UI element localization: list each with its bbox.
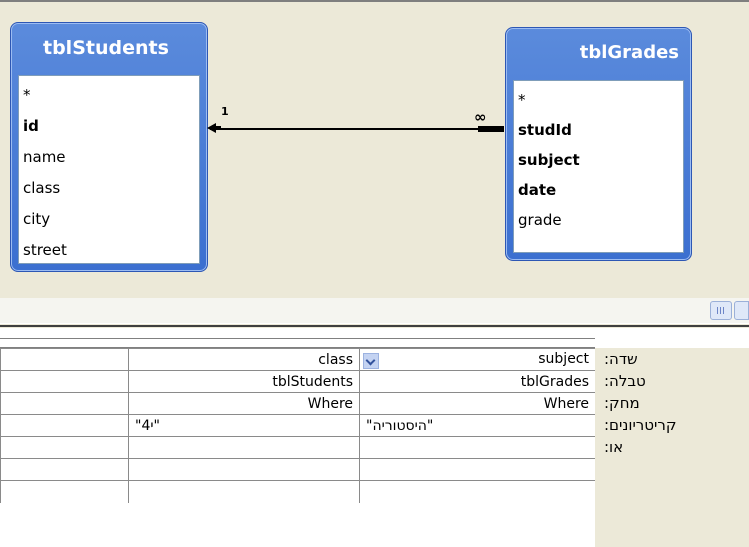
row-label-field: שדה: (595, 348, 749, 370)
row-label-text: טבלה: (604, 372, 646, 390)
field-item[interactable]: name (23, 142, 195, 173)
grid-cell-or[interactable] (128, 436, 360, 459)
grid-cell-empty[interactable] (0, 436, 129, 459)
grid-row-total: Where Where (0, 392, 596, 415)
scroll-right-button[interactable] (734, 301, 749, 320)
grid-cell-total[interactable]: Where (128, 392, 360, 415)
table-title-tblGrades[interactable]: tblGrades (506, 28, 691, 78)
grid-cell-empty[interactable] (128, 458, 360, 481)
relationship-one-label: 1 (221, 105, 229, 118)
table-window-tblStudents[interactable]: tblStudents * id name class city street (10, 22, 208, 272)
pane-splitter[interactable] (0, 323, 749, 327)
table-title-tblStudents[interactable]: tblStudents (11, 23, 207, 73)
grid-row-criteria: "4י" "היסטוריה" (0, 414, 596, 437)
field-item-key[interactable]: studId (518, 115, 679, 145)
relationship-line[interactable] (210, 128, 503, 130)
grid-row-or (0, 436, 596, 459)
grid-cell-empty[interactable] (0, 414, 129, 437)
query-design-grid[interactable]: class subject tblStudents tblGrades Wher… (0, 328, 749, 547)
grid-cell-table[interactable]: tblGrades (359, 370, 596, 393)
row-label-text: מחק: (604, 394, 640, 412)
relationship-many-label: ∞ (474, 108, 486, 126)
row-label-text: או: (604, 438, 624, 456)
grid-cell-empty[interactable] (0, 458, 129, 481)
diagram-pane-footer (0, 298, 749, 324)
field-item[interactable]: city (23, 204, 195, 235)
field-item[interactable]: class (23, 173, 195, 204)
row-label-text: קריטריונים: (604, 416, 677, 434)
row-label-or: או: (595, 436, 749, 458)
field-item[interactable]: * (23, 80, 195, 111)
grid-cell-empty[interactable] (359, 458, 596, 481)
grid-cell-empty[interactable] (359, 480, 596, 503)
field-item[interactable]: * (518, 85, 679, 115)
grid-row-field: class subject (0, 348, 596, 371)
grid-cell-total[interactable]: Where (359, 392, 596, 415)
grid-cell-field-active[interactable]: subject (359, 348, 596, 371)
grid-row-extra (0, 480, 596, 503)
field-item-key[interactable]: subject (518, 145, 679, 175)
column-selector-bar[interactable] (0, 338, 595, 348)
grid-cell-empty[interactable] (0, 370, 129, 393)
row-label-text: שדה: (604, 350, 638, 368)
grid-row-table: tblStudents tblGrades (0, 370, 596, 393)
grid-cell-table[interactable]: tblStudents (128, 370, 360, 393)
row-label-total: מחק: (595, 392, 749, 414)
grid-cell-field[interactable]: class (128, 348, 360, 371)
grid-row-extra (0, 458, 596, 481)
grid-cell-criteria[interactable]: "היסטוריה" (359, 414, 596, 437)
field-item[interactable]: street (23, 235, 195, 266)
grid-row-labels: שדה: טבלה: מחק: קריטריונים: או: (595, 348, 749, 547)
field-list-tblGrades[interactable]: * studId subject date grade (513, 80, 684, 253)
row-label-table: טבלה: (595, 370, 749, 392)
field-item[interactable]: grade (518, 205, 679, 235)
field-item-key[interactable]: id (23, 111, 195, 142)
relationship-arrow-icon (207, 123, 221, 133)
grid-cell-empty[interactable] (128, 480, 360, 503)
design-grid-table[interactable]: class subject tblStudents tblGrades Wher… (0, 348, 596, 503)
grid-cell-or[interactable] (359, 436, 596, 459)
grid-cell-empty[interactable] (0, 392, 129, 415)
row-label-criteria: קריטריונים: (595, 414, 749, 436)
horizontal-scroll-thumb[interactable] (710, 301, 732, 320)
grid-cell-criteria[interactable]: "4י" (128, 414, 360, 437)
chevron-down-icon[interactable] (363, 352, 379, 369)
table-window-tblGrades[interactable]: tblGrades * studId subject date grade (505, 27, 692, 261)
field-item-key[interactable]: date (518, 175, 679, 205)
grid-cell-empty[interactable] (0, 480, 129, 503)
grid-cell-empty[interactable] (0, 348, 129, 371)
query-diagram-pane[interactable]: tblStudents * id name class city street … (0, 0, 749, 324)
field-list-tblStudents[interactable]: * id name class city street (18, 75, 200, 264)
grid-cell-field-value: subject (538, 350, 589, 367)
relationship-many-end (478, 126, 504, 132)
